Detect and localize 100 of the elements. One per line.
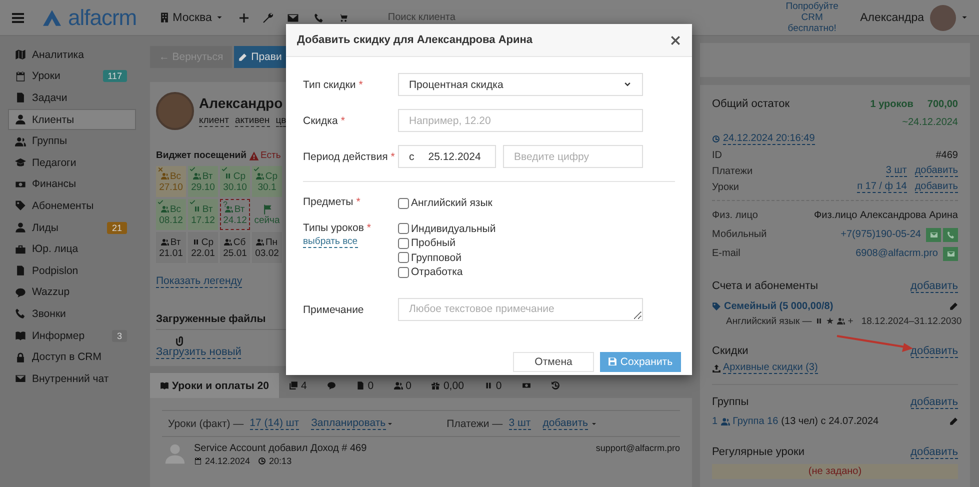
checkbox[interactable] (398, 252, 409, 264)
attendance-cell[interactable]: Вт 29.10 (188, 166, 218, 197)
sidebar-item[interactable]: Финансы (8, 174, 136, 196)
message-button[interactable] (943, 246, 958, 260)
attendance-cell[interactable]: Вт 21.01 (156, 232, 186, 263)
attendance-cell[interactable]: Ср 30.10 (220, 166, 250, 197)
value-link[interactable]: п 17 / ф 14 (857, 181, 907, 193)
attendance-cell[interactable]: Пн 03.02 (252, 232, 282, 263)
envelope-icon[interactable] (286, 12, 299, 24)
call-button[interactable] (943, 228, 958, 242)
tab[interactable]: 0 (474, 373, 512, 398)
sidebar-item[interactable]: Уроки 117 (8, 66, 136, 88)
sidebar-item[interactable]: Аналитика (8, 44, 136, 66)
sidebar-item[interactable]: Wazzup (8, 282, 136, 304)
attendance-cell[interactable]: ? Вт 24.12 (220, 199, 250, 230)
cart-icon[interactable] (338, 12, 348, 22)
tab[interactable]: 0 (384, 373, 422, 398)
subscription-link[interactable]: Семейный (5 000,00/8) (724, 300, 834, 312)
group-link[interactable]: Группа 16 (732, 416, 778, 426)
discount-type-select[interactable]: Процентная скидка (398, 73, 643, 96)
discount-input[interactable]: Например, 12.20 (398, 109, 643, 132)
cancel-button[interactable]: Отмена (513, 352, 594, 372)
sidebar-item[interactable]: Педагоги (8, 152, 136, 174)
add-link[interactable]: добавить (910, 446, 958, 458)
edit-button[interactable]: Прави (234, 46, 286, 68)
add-link[interactable]: добавить (914, 165, 958, 177)
sidebar-item[interactable]: Звонки (8, 303, 136, 325)
pause-icon (193, 205, 202, 213)
attendance-cell[interactable]: Сб 25.01 (220, 232, 250, 263)
people-icon (836, 317, 845, 325)
add-link[interactable]: добавить (914, 181, 958, 193)
lessons-count-link[interactable]: 17 (14) шт (250, 417, 300, 430)
sidebar-item[interactable]: Внутренний чат (8, 368, 136, 390)
logo-text: alfacrm (68, 4, 137, 30)
status-tag[interactable]: активен (235, 115, 270, 127)
value-link[interactable]: 6908@alfacrm.pro (856, 248, 938, 259)
sidebar-item[interactable]: Информер 3 (8, 324, 136, 346)
people-icon (224, 238, 232, 246)
sidebar-item[interactable]: Юр. лица (8, 238, 136, 260)
checkbox[interactable] (398, 266, 409, 278)
sidebar-item[interactable]: Абонементы (8, 195, 136, 217)
add-link[interactable]: добавить (910, 396, 958, 408)
briefcase-icon (15, 244, 26, 255)
extra-text: + (848, 316, 854, 326)
archive-link[interactable]: Архивные скидки (3) (723, 362, 818, 374)
close-icon[interactable] (669, 34, 682, 46)
add-dropdown[interactable]: добавить (542, 417, 588, 430)
phone-icon[interactable] (314, 12, 324, 22)
attendance-cell[interactable]: Ср 22.01 (188, 232, 218, 263)
date-field[interactable]: с 25.12.2024 (398, 145, 496, 168)
pencil-icon[interactable] (949, 302, 958, 310)
duration-input[interactable]: Введите цифру (503, 145, 643, 168)
calendar-icon (194, 457, 202, 465)
clipboard-icon (15, 92, 26, 104)
wrench-icon[interactable] (262, 12, 274, 24)
required-mark: * (358, 79, 363, 91)
timestamp-link[interactable]: 24.12.2024 20:16:49 (723, 133, 815, 145)
user-name: Александра (860, 12, 924, 24)
day-text: Ср (233, 170, 246, 182)
note-field[interactable]: Любое текстовое примечание (398, 298, 643, 320)
sidebar-item[interactable]: Доступ в CRM (8, 346, 136, 368)
attendance-cell[interactable]: Ср 30.1 (252, 166, 282, 197)
attendance-cell[interactable]: Вс 08.12 (156, 199, 186, 230)
pencil-icon[interactable] (949, 416, 958, 426)
sidebar-item[interactable]: Группы (8, 130, 136, 152)
attendance-cell[interactable]: сейча (252, 199, 282, 230)
warning-icon (248, 150, 258, 160)
gift-icon (431, 381, 440, 390)
value-link[interactable]: 3 шт (886, 165, 907, 177)
sidebar-item[interactable]: Podpislon (8, 260, 136, 282)
payments-count-link[interactable]: 3 шт (508, 417, 531, 430)
promo-link[interactable]: Попробуйте CRM бесплатно! (776, 1, 848, 34)
tab[interactable]: 0 (346, 373, 384, 398)
date-text: сейча (254, 214, 280, 226)
person-icon (15, 114, 26, 126)
save-button[interactable]: Сохранить (600, 352, 681, 372)
checkbox[interactable] (398, 238, 409, 249)
sidebar-item[interactable]: Лиды 21 (8, 216, 136, 238)
value-link[interactable]: +7(975)190-05-24 (840, 229, 921, 240)
sidebar-item[interactable]: Задачи (8, 87, 136, 109)
plan-dropdown[interactable]: Запланировать (311, 417, 386, 430)
plus-icon[interactable] (238, 12, 250, 24)
message-button[interactable] (926, 228, 941, 242)
day-text: Вт (202, 170, 213, 182)
tab[interactable]: 4 (278, 373, 317, 398)
legend-link[interactable]: Показать легенду (156, 275, 242, 288)
sidebar-item[interactable]: Клиенты (8, 108, 136, 130)
upload-link[interactable]: Загрузить новый (156, 346, 242, 359)
checkbox[interactable] (398, 223, 409, 234)
client-name: Александро (199, 95, 284, 111)
add-link[interactable]: добавить (910, 280, 958, 292)
search-field[interactable]: Поиск клиента (388, 12, 498, 23)
select-all-link[interactable]: выбрать все (303, 236, 358, 248)
branch-selector[interactable]: Москва (158, 12, 224, 24)
attendance-cell[interactable]: Вс 27.10 (156, 166, 186, 197)
tab[interactable]: 0,00 (421, 373, 474, 398)
checkbox[interactable] (398, 198, 409, 209)
attendance-cell[interactable]: Вт 17.12 (188, 199, 218, 230)
tab[interactable]: Уроки и оплаты 20 (150, 373, 279, 398)
status-tag[interactable]: клиент (199, 115, 229, 127)
